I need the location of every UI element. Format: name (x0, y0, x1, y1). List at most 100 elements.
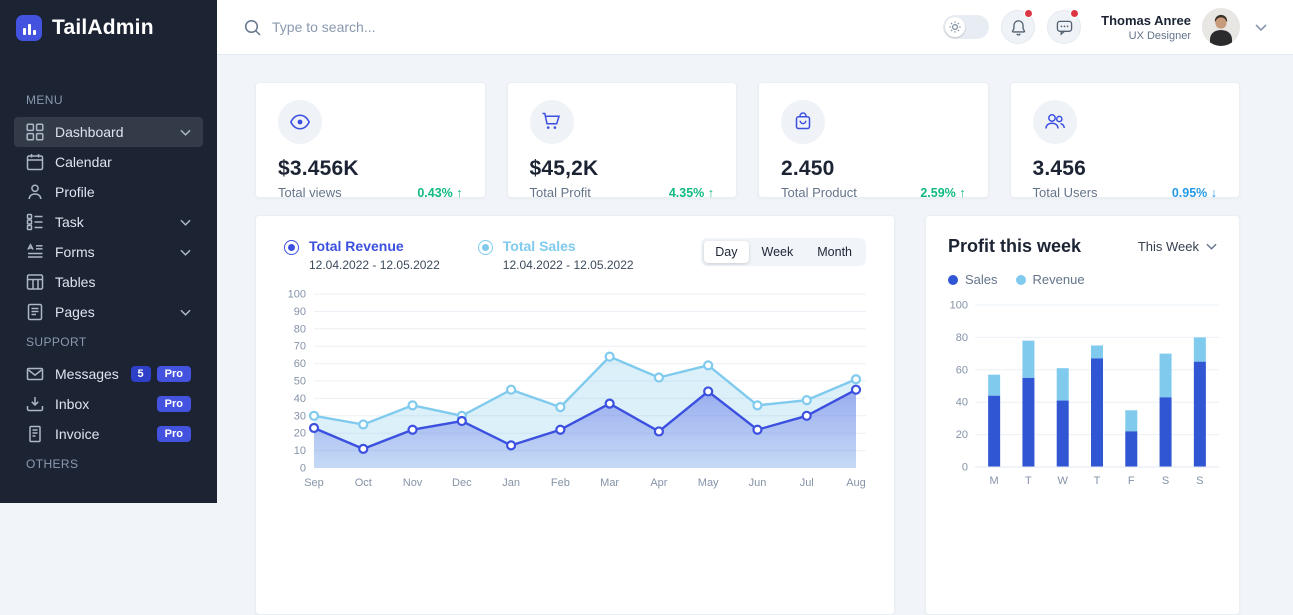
calendar-icon (26, 153, 44, 171)
radio-icon (478, 240, 493, 255)
svg-text:Oct: Oct (355, 477, 372, 489)
sidebar-item-tables[interactable]: Tables (14, 267, 203, 297)
user-menu[interactable]: Thomas Anree UX Designer (1101, 8, 1267, 46)
sidebar-item-inbox[interactable]: Inbox Pro (14, 389, 203, 419)
svg-text:Apr: Apr (650, 477, 667, 489)
stat-delta: 2.59% ↑ (920, 186, 965, 200)
users-icon (1033, 100, 1077, 144)
topbar-controls: Thomas Anree UX Designer (943, 8, 1267, 46)
svg-text:20: 20 (956, 429, 968, 441)
bag-icon (781, 100, 825, 144)
range-selector: Day Week Month (701, 238, 866, 266)
profit-legend: Sales Revenue (948, 272, 1217, 287)
stat-label: Total Profit (530, 185, 591, 200)
legend-revenue: Revenue (1016, 272, 1085, 287)
envelope-icon (26, 365, 44, 383)
week-dropdown[interactable]: This Week (1138, 239, 1217, 254)
eye-icon (278, 100, 322, 144)
svg-text:90: 90 (294, 306, 306, 318)
sidebar-item-label: Calendar (55, 154, 112, 170)
sidebar-item-task[interactable]: Task (14, 207, 203, 237)
search-icon (243, 18, 262, 37)
messages-button[interactable] (1047, 10, 1081, 44)
stat-value: 2.450 (781, 157, 966, 181)
notification-dot (1024, 9, 1033, 18)
app-title: TailAdmin (52, 16, 154, 40)
series-name: Total Sales (503, 238, 634, 254)
user-role: UX Designer (1101, 30, 1191, 42)
sidebar-item-invoice[interactable]: Invoice Pro (14, 419, 203, 449)
svg-text:Jan: Jan (502, 477, 520, 489)
profit-bar-chart: 020406080100MTWTFSS (948, 295, 1219, 495)
section-label-others: OTHERS (26, 457, 191, 471)
legend-label: Sales (965, 272, 998, 287)
notifications-button[interactable] (1001, 10, 1035, 44)
svg-text:Feb: Feb (551, 477, 570, 489)
chevron-down-icon (180, 309, 191, 316)
stat-delta: 4.35% ↑ (669, 186, 714, 200)
range-day-button[interactable]: Day (704, 241, 748, 263)
svg-text:60: 60 (294, 358, 306, 370)
logo[interactable]: TailAdmin (0, 0, 217, 41)
topbar: Thomas Anree UX Designer (217, 0, 1293, 55)
chevron-down-icon (180, 129, 191, 136)
sidebar-item-messages[interactable]: Messages 5 Pro (14, 359, 203, 389)
stat-delta: 0.43% ↑ (417, 186, 462, 200)
svg-text:30: 30 (294, 410, 306, 422)
invoice-icon (26, 425, 44, 443)
main-content: $3.456K Total views 0.43% ↑ $45,2K Total… (217, 56, 1293, 503)
bell-icon (1010, 19, 1027, 36)
stat-label: Total Users (1033, 185, 1098, 200)
dark-mode-toggle[interactable] (943, 15, 989, 39)
sidebar-item-calendar[interactable]: Calendar (14, 147, 203, 177)
svg-text:W: W (1058, 475, 1069, 487)
checklist-icon (26, 213, 44, 231)
stat-value: 3.456 (1033, 157, 1218, 181)
table-icon (26, 273, 44, 291)
sidebar-item-dashboard[interactable]: Dashboard (14, 117, 203, 147)
legend-total-sales: Total Sales 12.04.2022 - 12.05.2022 (478, 238, 634, 272)
chevron-down-icon (1255, 24, 1267, 31)
svg-text:20: 20 (294, 428, 306, 440)
svg-text:0: 0 (962, 462, 968, 474)
sidebar-item-forms[interactable]: Forms (14, 237, 203, 267)
avatar (1202, 8, 1240, 46)
stat-card-total-profit: $45,2K Total Profit 4.35% ↑ (507, 82, 738, 198)
charts-row: Total Revenue 12.04.2022 - 12.05.2022 To… (255, 215, 1240, 615)
sidebar-item-label: Dashboard (55, 124, 124, 140)
svg-text:0: 0 (300, 463, 306, 475)
revenue-area-chart: 0102030405060708090100SepOctNovDecJanFeb… (284, 288, 866, 498)
legend-dot (948, 275, 958, 285)
radio-icon (284, 240, 299, 255)
sidebar-item-label: Invoice (55, 426, 99, 442)
user-name: Thomas Anree (1101, 13, 1191, 28)
series-name: Total Revenue (309, 238, 440, 254)
stat-value: $3.456K (278, 157, 463, 181)
sidebar-item-label: Inbox (55, 396, 89, 412)
search-input[interactable] (272, 19, 552, 35)
svg-text:Jul: Jul (800, 477, 814, 489)
svg-text:40: 40 (294, 393, 306, 405)
cart-icon (530, 100, 574, 144)
svg-text:Nov: Nov (403, 477, 423, 489)
series-period: 12.04.2022 - 12.05.2022 (309, 258, 440, 272)
section-label-support: SUPPORT (26, 335, 191, 349)
range-month-button[interactable]: Month (806, 241, 863, 263)
sidebar-item-profile[interactable]: Profile (14, 177, 203, 207)
svg-text:Mar: Mar (600, 477, 619, 489)
taildamin-logo-icon (16, 15, 42, 41)
stat-value: $45,2K (530, 157, 715, 181)
svg-text:Dec: Dec (452, 477, 472, 489)
svg-text:May: May (698, 477, 719, 489)
sidebar-item-pages[interactable]: Pages (14, 297, 203, 327)
pro-badge: Pro (157, 426, 191, 442)
svg-text:80: 80 (294, 323, 306, 335)
pages-icon (26, 303, 44, 321)
pro-badge: Pro (157, 396, 191, 412)
profit-chart-card: Profit this week This Week Sales Revenue… (925, 215, 1240, 615)
svg-text:S: S (1196, 475, 1203, 487)
range-week-button[interactable]: Week (751, 241, 805, 263)
sidebar-item-label: Forms (55, 244, 95, 260)
svg-text:50: 50 (294, 376, 306, 388)
legend-sales: Sales (948, 272, 998, 287)
